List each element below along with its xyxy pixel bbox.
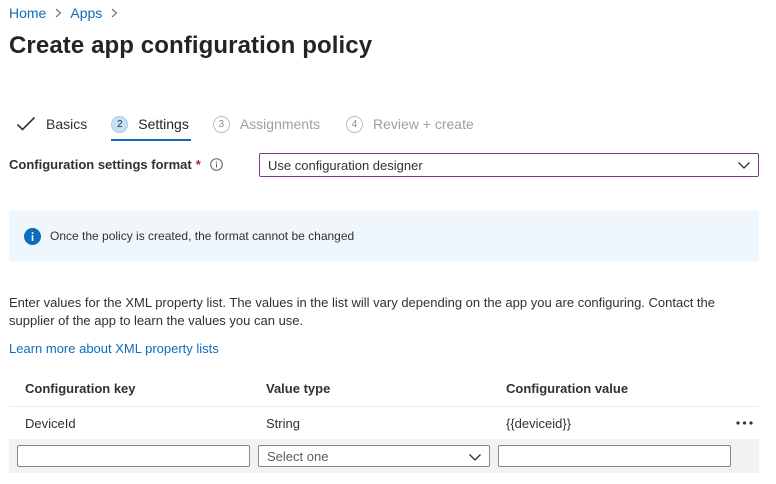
step-basics[interactable]: Basics	[16, 112, 87, 136]
breadcrumb-apps-link[interactable]: Apps	[70, 5, 102, 21]
chevron-down-icon	[738, 162, 750, 169]
format-label-text: Configuration settings format	[9, 157, 192, 172]
cell-configuration-key: DeviceId	[25, 416, 76, 431]
more-options-icon[interactable]	[736, 413, 754, 433]
info-icon[interactable]	[209, 158, 223, 171]
column-header-configuration-key: Configuration key	[25, 381, 136, 396]
learn-more-link[interactable]: Learn more about XML property lists	[9, 341, 219, 356]
chevron-down-icon	[469, 454, 481, 461]
format-label: Configuration settings format *	[9, 157, 223, 172]
configuration-key-input[interactable]	[17, 445, 250, 467]
chevron-right-icon	[111, 8, 118, 18]
step-assignments[interactable]: 3 Assignments	[212, 112, 320, 136]
required-indicator: *	[195, 157, 201, 172]
cell-value-type: String	[266, 416, 300, 431]
step-number: 3	[212, 115, 230, 133]
configuration-value-input[interactable]	[498, 445, 731, 467]
table-divider	[9, 406, 759, 407]
step-number: 4	[345, 115, 363, 133]
breadcrumb-home-link[interactable]: Home	[9, 5, 46, 21]
step-settings[interactable]: 2 Settings	[111, 112, 191, 141]
value-type-dropdown[interactable]: Select one	[258, 445, 490, 467]
value-type-placeholder: Select one	[267, 448, 329, 464]
column-header-value-type: Value type	[266, 381, 331, 396]
format-dropdown[interactable]: Use configuration designer	[259, 153, 759, 177]
step-label: Settings	[138, 116, 189, 132]
format-dropdown-value: Use configuration designer	[268, 157, 423, 173]
description-text: Enter values for the XML property list. …	[9, 295, 716, 328]
step-number: 2	[111, 115, 129, 133]
breadcrumb: Home Apps	[9, 4, 126, 22]
chevron-right-icon	[55, 8, 62, 18]
step-label: Basics	[46, 116, 88, 132]
cell-configuration-value: {{deviceid}}	[506, 416, 572, 431]
step-review-create[interactable]: 4 Review + create	[345, 112, 474, 136]
column-header-configuration-value: Configuration value	[506, 381, 629, 396]
page-title: Create app configuration policy	[9, 32, 373, 59]
wizard-steps: Basics 2 Settings 3 Assignments 4 Review…	[16, 112, 474, 141]
step-label: Assignments	[239, 116, 320, 132]
checkmark-icon	[16, 116, 36, 132]
info-banner: Once the policy is created, the format c…	[9, 211, 759, 261]
step-label: Review + create	[372, 116, 474, 132]
banner-text: Once the policy is created, the format c…	[50, 229, 355, 243]
info-icon	[24, 227, 41, 245]
